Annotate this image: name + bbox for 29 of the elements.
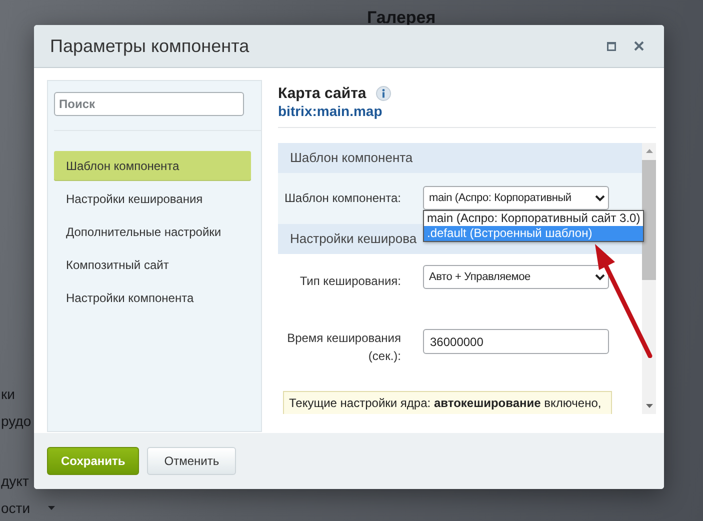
field-label: Время кеширования (сек.):: [286, 330, 401, 365]
section-title: Шаблон компонента: [290, 150, 413, 165]
chevron-icon: [595, 194, 605, 202]
sidebar-item[interactable]: Настройки компонента: [54, 283, 251, 313]
select-field[interactable]: main (Аспро: Корпоративный: [423, 186, 609, 210]
select-field[interactable]: Авто + Управляемое: [423, 265, 609, 289]
info-icon[interactable]: [376, 86, 392, 101]
cancel-button[interactable]: Отменить: [147, 447, 236, 475]
field-label: Тип кеширования:: [298, 273, 401, 290]
scrollbar[interactable]: [642, 143, 656, 414]
sidebar-item[interactable]: Композитный сайт: [54, 250, 251, 280]
component-code: bitrix:main.map: [278, 103, 384, 119]
maximize-icon[interactable]: [607, 42, 616, 50]
sidebar-item[interactable]: Шаблон компонента: [54, 151, 251, 181]
field-label: Шаблон компонента:: [283, 190, 401, 207]
close-icon[interactable]: [634, 41, 644, 51]
component-title: Карта сайта: [278, 85, 366, 102]
sidebar-item[interactable]: Дополнительные настройки: [54, 217, 251, 247]
input-field[interactable]: 36000000: [423, 329, 609, 354]
caret-icon: [48, 506, 56, 510]
chevron-icon: [595, 274, 605, 280]
sidebar-item[interactable]: Настройки кеширования: [54, 184, 251, 214]
info-note: Текущие настройки ядра: автокеширование включено,: [283, 391, 612, 414]
scroll-down-icon[interactable]: [646, 404, 652, 408]
section-title: Настройки кеширова: [290, 231, 417, 246]
page-heading: Галерея: [367, 8, 436, 28]
dropdown-option[interactable]: main (Аспро: Корпоративный сайт 3.0): [424, 211, 644, 226]
dialog-title: Параметры компонента: [50, 36, 250, 56]
search-field[interactable]: Поиск: [54, 92, 244, 116]
